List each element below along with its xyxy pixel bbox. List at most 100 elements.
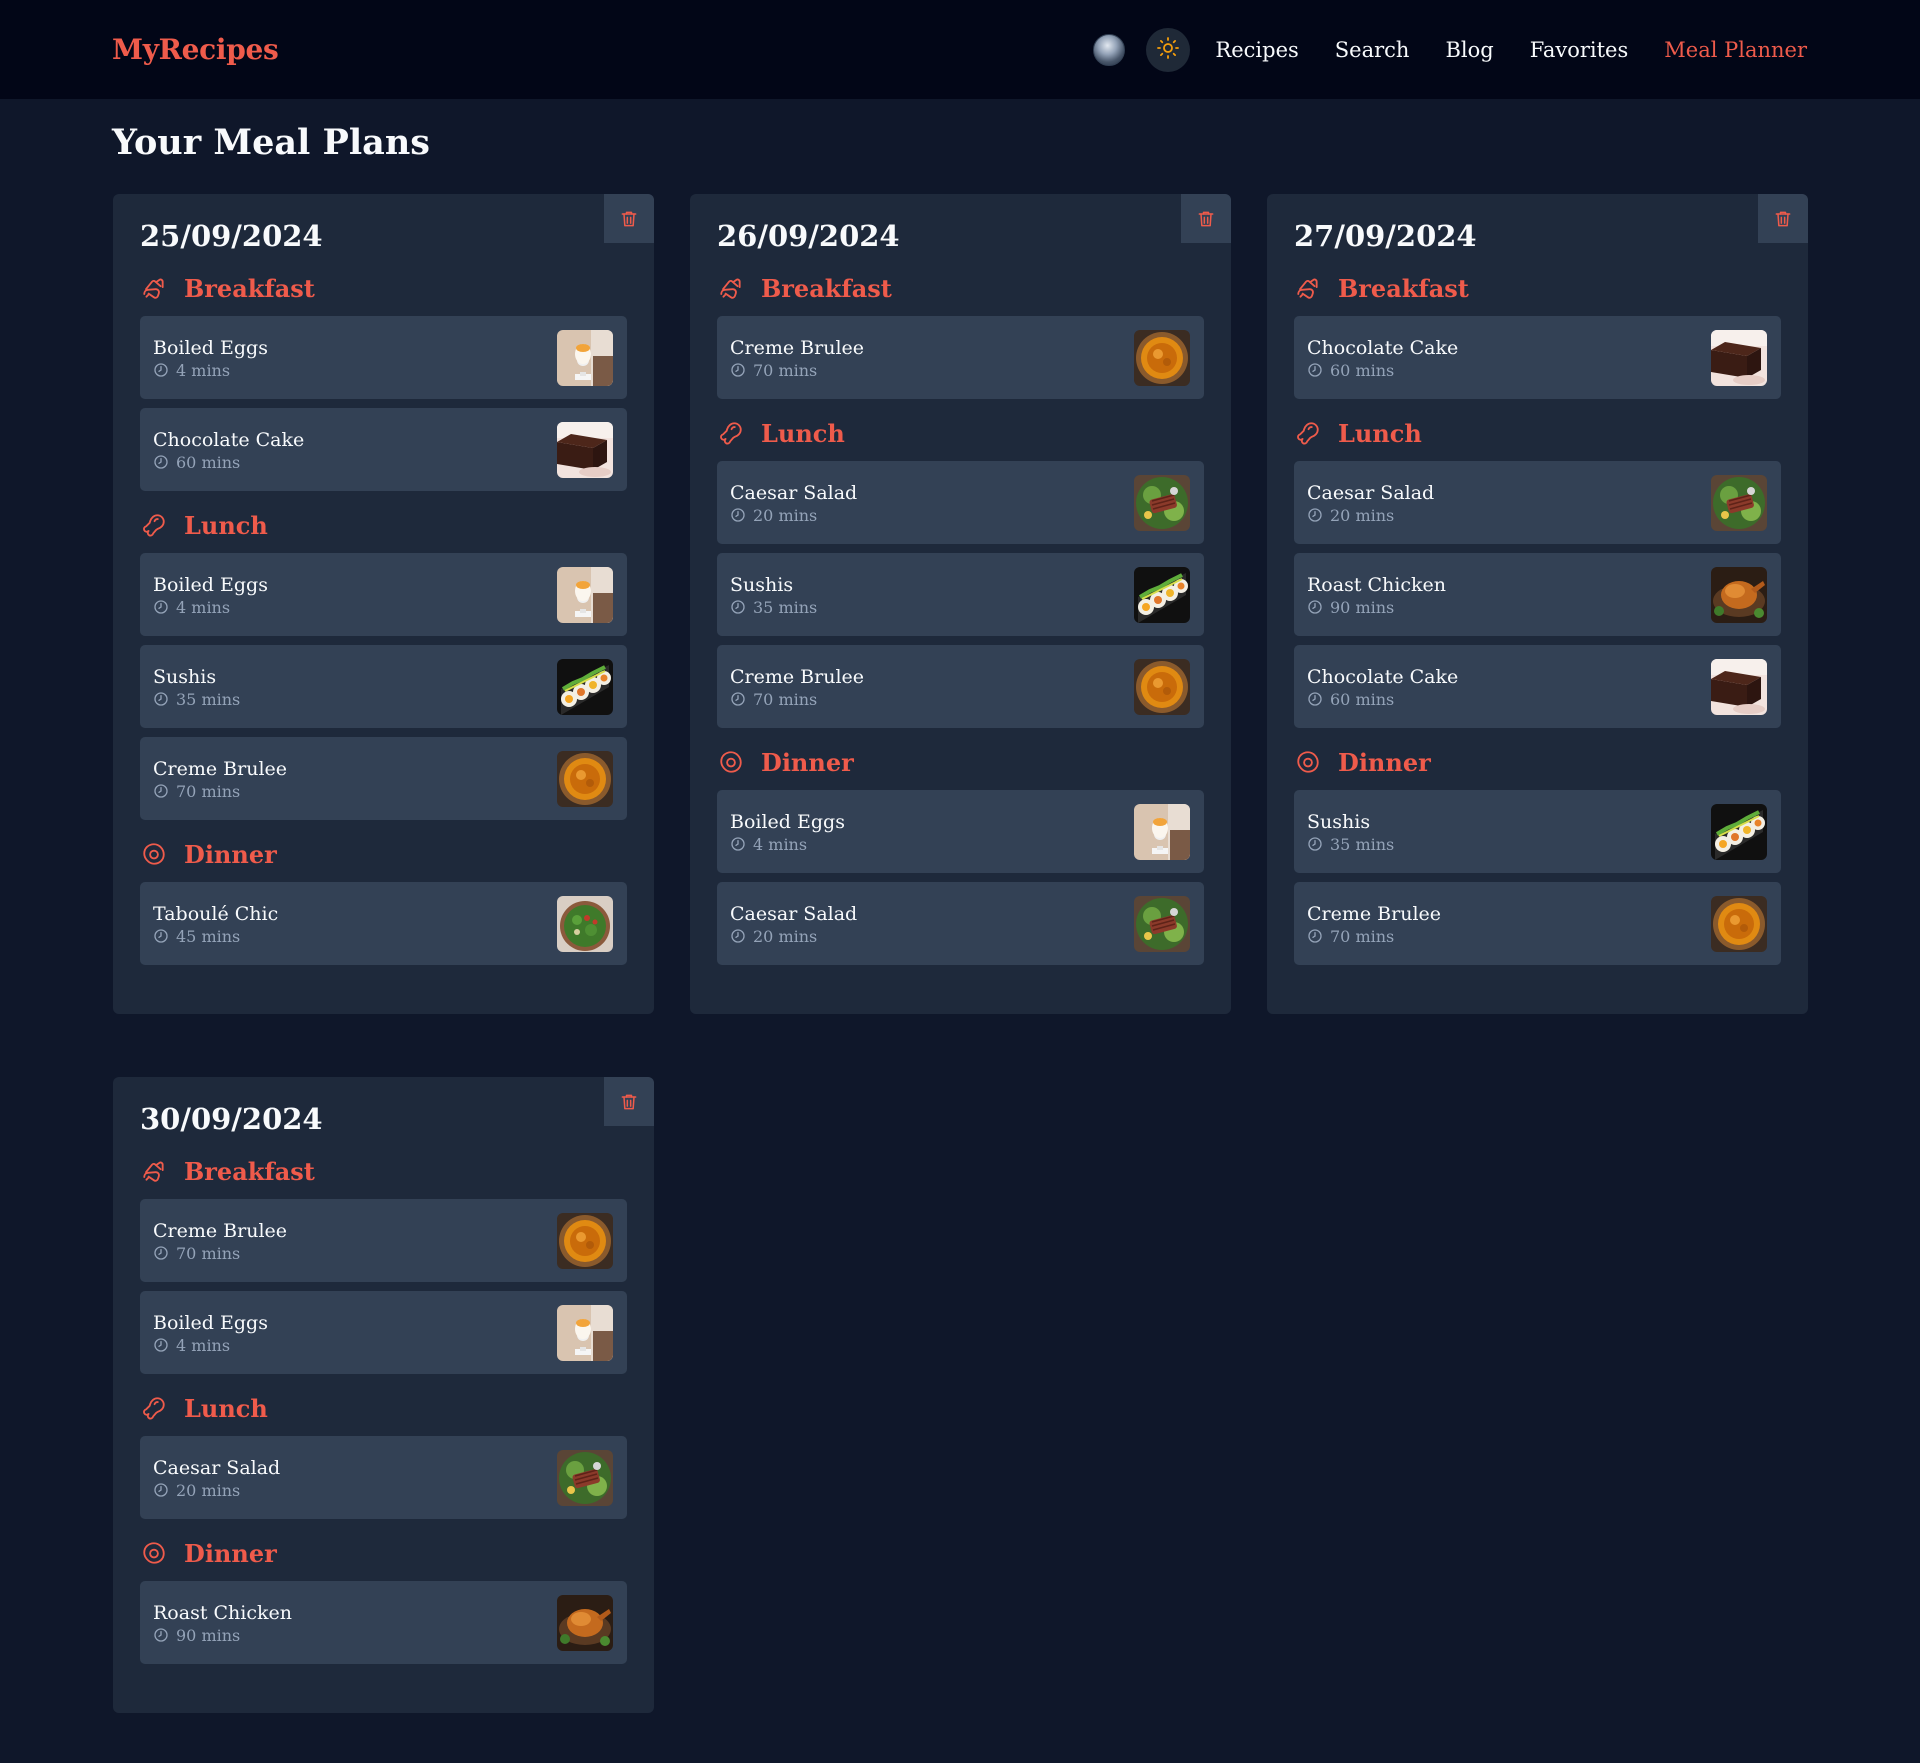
meal-item-info: Caesar Salad 20 mins: [730, 481, 857, 525]
nav-link-search[interactable]: Search: [1335, 38, 1410, 62]
meal-item-info: Boiled Eggs 4 mins: [153, 1311, 268, 1355]
plan-date: 27/09/2024: [1294, 219, 1477, 253]
recipe-name: Caesar Salad: [730, 481, 858, 504]
delete-plan-button[interactable]: [604, 194, 654, 243]
meal-item-info: Creme Brulee 70 mins: [1307, 902, 1441, 946]
recipe-name: Caesar Salad: [153, 1456, 281, 1479]
meal-plan-card: 26/09/2024 Breakfast Creme Brulee 70 mins…: [690, 194, 1231, 1014]
clock-icon: [730, 928, 746, 944]
recipe-meta: 35 mins: [153, 690, 240, 709]
meal-item[interactable]: Creme Brulee 70 mins: [717, 316, 1204, 399]
meal-item[interactable]: Taboulé Chic 45 mins: [140, 882, 627, 965]
recipe-meta: 70 mins: [1307, 927, 1441, 946]
clock-icon: [153, 928, 169, 944]
meal-item[interactable]: Boiled Eggs 4 mins: [140, 316, 627, 399]
delete-plan-button[interactable]: [1181, 194, 1231, 243]
meal-section-header: Breakfast: [1294, 273, 1781, 303]
meal-item[interactable]: Caesar Salad 20 mins: [1294, 461, 1781, 544]
meal-item[interactable]: Roast Chicken 90 mins: [140, 1581, 627, 1664]
recipe-name: Chocolate Cake: [1307, 336, 1459, 359]
delete-plan-button[interactable]: [1758, 194, 1808, 243]
recipe-meta: 20 mins: [153, 1481, 280, 1500]
recipe-meta: 4 mins: [730, 835, 845, 854]
nav-link-blog[interactable]: Blog: [1445, 38, 1493, 62]
recipe-thumbnail: [1711, 329, 1767, 386]
nav-links: Recipes Search Blog Favorites Meal Planner: [1215, 38, 1807, 62]
meal-plan-card: 30/09/2024 Breakfast Creme Brulee 70 mins…: [113, 1077, 654, 1713]
trash-icon: [619, 1091, 639, 1113]
meal-item[interactable]: Chocolate Cake 60 mins: [1294, 645, 1781, 728]
meal-item[interactable]: Caesar Salad 20 mins: [140, 1436, 627, 1519]
meal-item-info: Chocolate Cake 60 mins: [1307, 665, 1458, 709]
meal-item[interactable]: Sushis 35 mins: [717, 553, 1204, 636]
recipe-thumbnail: [1711, 658, 1767, 715]
meal-item[interactable]: Roast Chicken 90 mins: [1294, 553, 1781, 636]
meal-item-info: Sushis 35 mins: [730, 573, 817, 617]
meal-section-header: Dinner: [1294, 747, 1781, 777]
theme-toggle-button[interactable]: [1146, 27, 1191, 72]
meal-item[interactable]: Creme Brulee 70 mins: [140, 737, 627, 820]
meal-item[interactable]: Chocolate Cake 60 mins: [140, 408, 627, 491]
recipe-name: Sushis: [1307, 810, 1371, 833]
nav-link-favorites[interactable]: Favorites: [1530, 38, 1629, 62]
sun-icon: [1156, 36, 1180, 64]
meal-section-title: Lunch: [184, 1393, 268, 1423]
meal-item[interactable]: Caesar Salad 20 mins: [717, 882, 1204, 965]
clock-icon: [153, 691, 169, 707]
recipe-meta: 70 mins: [730, 361, 864, 380]
meal-section-title: Dinner: [761, 747, 854, 777]
meal-section-title: Dinner: [184, 1538, 277, 1568]
meal-item[interactable]: Creme Brulee 70 mins: [717, 645, 1204, 728]
recipe-meta: 60 mins: [1307, 361, 1458, 380]
nav-link-recipes[interactable]: Recipes: [1215, 38, 1298, 62]
meal-item-info: Chocolate Cake 60 mins: [1307, 336, 1458, 380]
recipe-time: 70 mins: [753, 689, 818, 709]
meal-item-info: Caesar Salad 20 mins: [153, 1456, 280, 1500]
recipe-name: Chocolate Cake: [1307, 665, 1459, 688]
meal-item-info: Roast Chicken 90 mins: [1307, 573, 1446, 617]
recipe-thumbnail: [1134, 658, 1190, 715]
recipe-meta: 45 mins: [153, 927, 278, 946]
clock-icon: [1307, 928, 1323, 944]
meal-item[interactable]: Chocolate Cake 60 mins: [1294, 316, 1781, 399]
meal-item[interactable]: Sushis 35 mins: [140, 645, 627, 728]
recipe-time: 45 mins: [176, 926, 241, 946]
meal-item-info: Creme Brulee 70 mins: [730, 665, 864, 709]
nav-link-meal-planner[interactable]: Meal Planner: [1664, 38, 1807, 62]
meal-section-header: Lunch: [1294, 418, 1781, 448]
recipe-time: 60 mins: [1330, 689, 1395, 709]
meal-item[interactable]: Boiled Eggs 4 mins: [140, 1291, 627, 1374]
drumstick-icon: [717, 419, 745, 447]
recipe-time: 4 mins: [176, 597, 231, 617]
brand-logo[interactable]: MyRecipes: [112, 33, 279, 66]
meal-item[interactable]: Creme Brulee 70 mins: [140, 1199, 627, 1282]
clock-icon: [153, 1245, 169, 1261]
recipe-thumbnail: [1134, 895, 1190, 952]
trash-icon: [1196, 208, 1216, 230]
plate-icon: [717, 748, 745, 776]
meal-item[interactable]: Boiled Eggs 4 mins: [140, 553, 627, 636]
meal-section-header: Dinner: [717, 747, 1204, 777]
meal-item[interactable]: Boiled Eggs 4 mins: [717, 790, 1204, 873]
recipe-thumbnail: [557, 895, 613, 952]
meal-plan-card: 25/09/2024 Breakfast Boiled Eggs 4 mins C…: [113, 194, 654, 1014]
meal-section-header: Breakfast: [717, 273, 1204, 303]
meal-plan-card: 27/09/2024 Breakfast Chocolate Cake 60 mi…: [1267, 194, 1808, 1014]
recipe-time: 70 mins: [176, 1243, 241, 1263]
clock-icon: [1307, 691, 1323, 707]
delete-plan-button[interactable]: [604, 1077, 654, 1126]
meal-section-header: Lunch: [140, 510, 627, 540]
meal-section-header: Dinner: [140, 839, 627, 869]
recipe-time: 90 mins: [176, 1625, 241, 1645]
meal-item[interactable]: Caesar Salad 20 mins: [717, 461, 1204, 544]
recipe-time: 20 mins: [176, 1480, 241, 1500]
recipe-name: Boiled Eggs: [153, 573, 268, 596]
recipe-name: Creme Brulee: [153, 1219, 288, 1242]
user-avatar[interactable]: [1093, 33, 1126, 66]
recipe-name: Creme Brulee: [730, 665, 865, 688]
meal-item[interactable]: Creme Brulee 70 mins: [1294, 882, 1781, 965]
meal-item[interactable]: Sushis 35 mins: [1294, 790, 1781, 873]
meal-item-info: Caesar Salad 20 mins: [730, 902, 857, 946]
clock-icon: [1307, 507, 1323, 523]
clock-icon: [730, 691, 746, 707]
